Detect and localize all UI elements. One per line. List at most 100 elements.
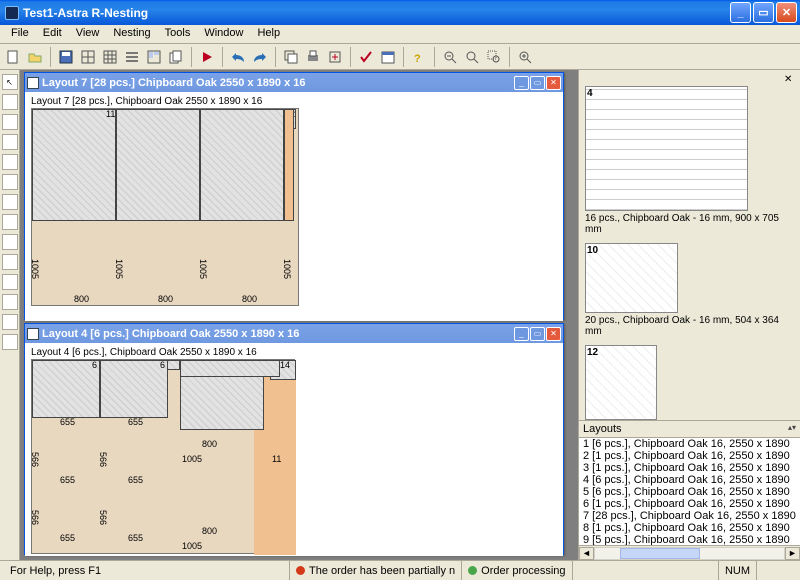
ltool-3[interactable] <box>2 114 18 130</box>
list-item[interactable]: 7 [28 pcs.], Chipboard Oak 16, 2550 x 18… <box>579 510 800 522</box>
part-label: 16 pcs., Chipboard Oak - 16 mm, 900 x 70… <box>585 211 794 241</box>
layout-caption: Layout 7 [28 pcs.], Chipboard Oak 2550 x… <box>28 95 560 108</box>
list-item[interactable]: 3 [1 pcs.], Chipboard Oak 16, 2550 x 189… <box>579 462 800 474</box>
scroll-right-icon[interactable]: ► <box>785 547 800 560</box>
menu-view[interactable]: View <box>69 25 107 43</box>
layout-caption: Layout 4 [6 pcs.], Chipboard Oak 2550 x … <box>28 346 560 359</box>
child-window-layout4: Layout 4 [6 pcs.] Chipboard Oak 2550 x 1… <box>24 323 564 555</box>
child-window-layout7: Layout 7 [28 pcs.] Chipboard Oak 2550 x … <box>24 72 564 320</box>
ltool-4[interactable] <box>2 134 18 150</box>
part-thumb-4[interactable]: 4 <box>585 86 748 211</box>
ltool-5[interactable] <box>2 154 18 170</box>
grid1-icon[interactable] <box>78 47 98 67</box>
list-item[interactable]: 9 [5 pcs.], Chipboard Oak 16, 2550 x 189… <box>579 534 800 545</box>
new-icon[interactable] <box>3 47 23 67</box>
horizontal-scrollbar[interactable]: ◄ ► <box>579 545 800 560</box>
ltool-14[interactable] <box>2 334 18 350</box>
ltool-2[interactable] <box>2 94 18 110</box>
nesting-sheet-7[interactable]: 6285 6285 6285 5 4 705 705 900 900 2720 … <box>31 108 299 306</box>
zoom-fit-icon[interactable] <box>462 47 482 67</box>
toolbar: ? <box>0 44 800 70</box>
collapse-icon[interactable]: ▴▾ <box>788 423 796 435</box>
ltool-8[interactable] <box>2 214 18 230</box>
status-help: For Help, press F1 <box>4 561 289 580</box>
status-dot-icon <box>296 566 305 575</box>
calendar-icon[interactable] <box>378 47 398 67</box>
layouts-list[interactable]: 1 [6 pcs.], Chipboard Oak 16, 2550 x 189… <box>579 438 800 545</box>
child-close-button[interactable]: ✕ <box>546 327 561 341</box>
ltool-11[interactable] <box>2 274 18 290</box>
list-item[interactable]: 4 [6 pcs.], Chipboard Oak 16, 2550 x 189… <box>579 474 800 486</box>
ltool-13[interactable] <box>2 314 18 330</box>
list-item[interactable]: 2 [1 pcs.], Chipboard Oak 16, 2550 x 189… <box>579 450 800 462</box>
redo-icon[interactable] <box>250 47 270 67</box>
workspace: ↖ Layout 7 [28 pcs.] Chipboard Oak 2550 … <box>0 70 800 560</box>
child-maximize-button[interactable]: ▭ <box>530 327 545 341</box>
export-icon[interactable] <box>325 47 345 67</box>
part-label: 20 pcs., Chipboard Oak - 16 mm, 504 x 36… <box>585 313 794 343</box>
child-minimize-button[interactable]: _ <box>514 76 529 90</box>
child-titlebar[interactable]: Layout 4 [6 pcs.] Chipboard Oak 2550 x 1… <box>25 324 563 343</box>
child-title: Layout 4 [6 pcs.] Chipboard Oak 2550 x 1… <box>42 328 513 340</box>
pointer-icon[interactable]: ↖ <box>2 74 18 90</box>
undo-icon[interactable] <box>228 47 248 67</box>
svg-text:?: ? <box>414 53 421 64</box>
part-thumb-12[interactable]: 12 <box>585 345 657 420</box>
print-icon[interactable] <box>303 47 323 67</box>
list-item[interactable]: 6 [1 pcs.], Chipboard Oak 16, 2550 x 189… <box>579 498 800 510</box>
ltool-7[interactable] <box>2 194 18 210</box>
play-icon[interactable] <box>197 47 217 67</box>
child-close-button[interactable]: ✕ <box>546 76 561 90</box>
list-item[interactable]: 5 [6 pcs.], Chipboard Oak 16, 2550 x 189… <box>579 486 800 498</box>
status-dot-icon <box>468 566 477 575</box>
menu-window[interactable]: Window <box>197 25 250 43</box>
right-panel: ✕ 4 16 pcs., Chipboard Oak - 16 mm, 900 … <box>578 70 800 560</box>
ltool-6[interactable] <box>2 174 18 190</box>
app-icon <box>5 6 19 20</box>
check-icon[interactable] <box>356 47 376 67</box>
menu-help[interactable]: Help <box>250 25 287 43</box>
menubar: File Edit View Nesting Tools Window Help <box>0 25 800 44</box>
list-item[interactable]: 8 [1 pcs.], Chipboard Oak 16, 2550 x 189… <box>579 522 800 534</box>
zoom-region-icon[interactable] <box>484 47 504 67</box>
ltool-9[interactable] <box>2 234 18 250</box>
menu-file[interactable]: File <box>4 25 36 43</box>
child-title: Layout 7 [28 pcs.] Chipboard Oak 2550 x … <box>42 77 513 89</box>
copy-icon[interactable] <box>166 47 186 67</box>
cascade-icon[interactable] <box>281 47 301 67</box>
document-icon <box>27 328 39 340</box>
status-numlock: NUM <box>718 561 756 580</box>
child-titlebar[interactable]: Layout 7 [28 pcs.] Chipboard Oak 2550 x … <box>25 73 563 92</box>
panel-close-icon[interactable]: ✕ <box>784 74 794 84</box>
help-icon[interactable]: ? <box>409 47 429 67</box>
layout-icon[interactable] <box>144 47 164 67</box>
menu-edit[interactable]: Edit <box>36 25 69 43</box>
ltool-12[interactable] <box>2 294 18 310</box>
parts-preview-panel: ✕ 4 16 pcs., Chipboard Oak - 16 mm, 900 … <box>579 70 800 420</box>
zoom-out-icon[interactable] <box>440 47 460 67</box>
list-item[interactable]: 1 [6 pcs.], Chipboard Oak 16, 2550 x 189… <box>579 438 800 450</box>
list-icon[interactable] <box>122 47 142 67</box>
child-minimize-button[interactable]: _ <box>514 327 529 341</box>
left-toolbar: ↖ <box>0 70 20 560</box>
layouts-panel: Layouts ▴▾ 1 [6 pcs.], Chipboard Oak 16,… <box>579 420 800 560</box>
statusbar: For Help, press F1 The order has been pa… <box>0 560 800 580</box>
window-title: Test1-Astra R-Nesting <box>23 6 728 20</box>
scroll-left-icon[interactable]: ◄ <box>579 547 594 560</box>
status-nesting: The order has been partially n <box>289 561 461 580</box>
status-order: Order processing <box>461 561 571 580</box>
maximize-button[interactable]: ▭ <box>753 2 774 23</box>
menu-nesting[interactable]: Nesting <box>106 25 157 43</box>
part-thumb-10[interactable]: 10 <box>585 243 678 313</box>
zoom-in-icon[interactable] <box>515 47 535 67</box>
close-button[interactable]: ✕ <box>776 2 797 23</box>
save-icon[interactable] <box>56 47 76 67</box>
grid2-icon[interactable] <box>100 47 120 67</box>
ltool-10[interactable] <box>2 254 18 270</box>
document-icon <box>27 77 39 89</box>
child-maximize-button[interactable]: ▭ <box>530 76 545 90</box>
open-icon[interactable] <box>25 47 45 67</box>
menu-tools[interactable]: Tools <box>158 25 198 43</box>
minimize-button[interactable]: _ <box>730 2 751 23</box>
nesting-sheet-4[interactable]: 6285 6285 720 14 11 6566655 6566655 6566… <box>31 359 295 554</box>
